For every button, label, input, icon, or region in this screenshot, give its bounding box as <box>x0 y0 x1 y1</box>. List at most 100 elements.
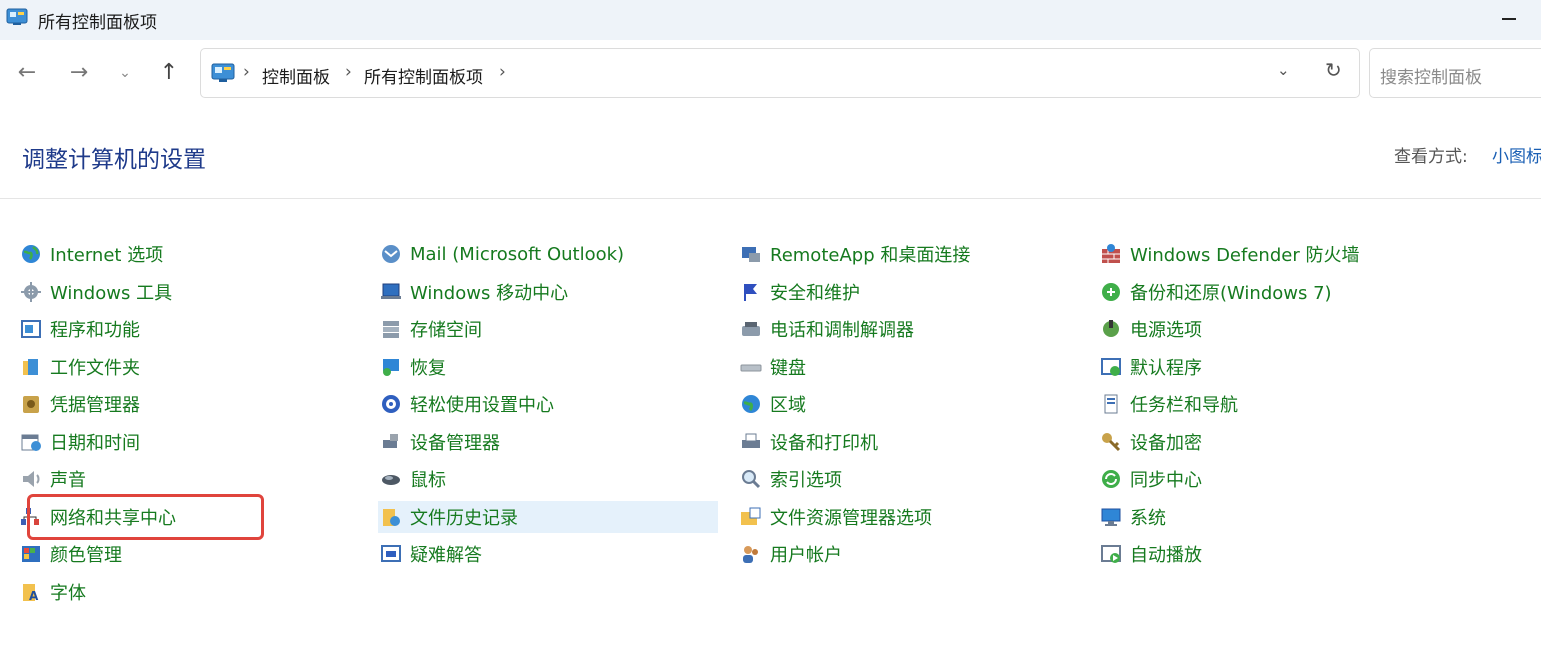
control-panel-item[interactable]: 区域 <box>738 388 1078 420</box>
control-panel-item-label[interactable]: 区域 <box>770 391 806 417</box>
window-title: 所有控制面板项 <box>38 13 157 33</box>
control-panel-item-label[interactable]: 日期和时间 <box>50 429 140 455</box>
control-panel-item-label[interactable]: 文件资源管理器选项 <box>770 504 932 530</box>
control-panel-item[interactable]: 轻松使用设置中心 <box>378 388 718 420</box>
control-panel-item-label[interactable]: 声音 <box>50 466 86 492</box>
control-panel-item-label[interactable]: Windows Defender 防火墙 <box>1130 241 1359 267</box>
control-panel-item-label[interactable]: 电话和调制解调器 <box>770 316 914 342</box>
control-panel-item[interactable]: 日期和时间 <box>18 426 358 458</box>
breadcrumb-separator[interactable]: › <box>243 62 250 82</box>
control-panel-item-label[interactable]: 恢复 <box>410 354 446 380</box>
control-panel-item[interactable]: 工作文件夹 <box>18 351 358 383</box>
control-panel-item[interactable]: 设备加密 <box>1098 426 1438 458</box>
control-panel-item[interactable]: 用户帐户 <box>738 538 1078 570</box>
chevron-down-icon[interactable]: ⌄ <box>1277 61 1290 79</box>
control-panel-item[interactable]: Mail (Microsoft Outlook) <box>378 238 718 270</box>
control-panel-item[interactable]: Windows 移动中心 <box>378 276 718 308</box>
search-input[interactable]: 搜索控制面板 <box>1369 48 1541 98</box>
control-panel-item[interactable]: 任务栏和导航 <box>1098 388 1438 420</box>
credential-icon <box>20 393 42 415</box>
key-icon <box>1100 431 1122 453</box>
control-panel-item-label[interactable]: Windows 工具 <box>50 279 172 305</box>
phone-icon <box>740 318 762 340</box>
control-panel-item[interactable]: 恢复 <box>378 351 718 383</box>
control-panel-item[interactable]: 电话和调制解调器 <box>738 313 1078 345</box>
control-panel-item[interactable]: 颜色管理 <box>18 538 358 570</box>
control-panel-item-label[interactable]: 安全和维护 <box>770 279 860 305</box>
breadcrumb-control-panel[interactable]: 控制面板 <box>262 63 330 88</box>
control-panel-item-label[interactable]: 同步中心 <box>1130 466 1202 492</box>
control-panel-item[interactable]: RemoteApp 和桌面连接 <box>738 238 1078 270</box>
control-panel-item[interactable]: 鼠标 <box>378 463 718 495</box>
control-panel-item[interactable]: 声音 <box>18 463 358 495</box>
breadcrumb-all-items[interactable]: 所有控制面板项 <box>364 63 483 88</box>
flag-icon <box>740 281 762 303</box>
control-panel-item[interactable]: 设备管理器 <box>378 426 718 458</box>
view-by-dropdown[interactable]: 小图标 <box>1492 142 1541 167</box>
gear-icon <box>20 281 42 303</box>
control-panel-item-label[interactable]: 设备管理器 <box>410 429 500 455</box>
firewall-icon <box>1100 243 1122 265</box>
control-panel-item[interactable]: 程序和功能 <box>18 313 358 345</box>
minimize-button[interactable] <box>1502 18 1516 20</box>
control-panel-item[interactable]: 凭据管理器 <box>18 388 358 420</box>
control-panel-item-label[interactable]: 鼠标 <box>410 466 446 492</box>
refresh-icon[interactable]: ↻ <box>1325 58 1342 82</box>
control-panel-item[interactable]: 同步中心 <box>1098 463 1438 495</box>
up-button[interactable]: ↑ <box>156 60 182 86</box>
control-panel-item-label[interactable]: 默认程序 <box>1130 354 1202 380</box>
control-panel-item[interactable]: Windows Defender 防火墙 <box>1098 238 1438 270</box>
control-panel-item-label[interactable]: 设备和打印机 <box>770 429 878 455</box>
control-panel-item-label[interactable]: 系统 <box>1130 504 1166 530</box>
control-panel-item[interactable]: Windows 工具 <box>18 276 358 308</box>
control-panel-item-label[interactable]: 用户帐户 <box>770 541 842 567</box>
accessibility-icon <box>380 393 402 415</box>
control-panel-item-label[interactable]: 轻松使用设置中心 <box>410 391 554 417</box>
control-panel-item-label[interactable]: 程序和功能 <box>50 316 140 342</box>
control-panel-item-label[interactable]: 电源选项 <box>1130 316 1202 342</box>
control-panel-item-label[interactable]: 疑难解答 <box>410 541 482 567</box>
control-panel-item[interactable]: Internet 选项 <box>18 238 358 270</box>
search-placeholder: 搜索控制面板 <box>1380 68 1482 88</box>
control-panel-item-label[interactable]: 文件历史记录 <box>410 504 518 530</box>
control-panel-item-label[interactable]: 设备加密 <box>1130 429 1202 455</box>
control-panel-item-label[interactable]: Mail (Microsoft Outlook) <box>410 244 624 265</box>
recent-locations-button[interactable]: ⌄ <box>112 60 138 86</box>
control-panel-item-label[interactable]: 凭据管理器 <box>50 391 140 417</box>
control-panel-item-label[interactable]: RemoteApp 和桌面连接 <box>770 241 970 267</box>
control-panel-item-label[interactable]: 颜色管理 <box>50 541 122 567</box>
control-panel-item[interactable]: A 字体 <box>18 576 358 608</box>
region-icon <box>740 393 762 415</box>
control-panel-item-label[interactable]: 键盘 <box>770 354 806 380</box>
control-panel-item[interactable]: 电源选项 <box>1098 313 1438 345</box>
control-panel-item-label[interactable]: 自动播放 <box>1130 541 1202 567</box>
control-panel-item-label[interactable]: 任务栏和导航 <box>1130 391 1238 417</box>
control-panel-item-label[interactable]: 备份和还原(Windows 7) <box>1130 279 1332 305</box>
control-panel-item-label[interactable]: Internet 选项 <box>50 241 163 267</box>
view-by-label: 查看方式: <box>1394 147 1468 167</box>
control-panel-item[interactable]: 设备和打印机 <box>738 426 1078 458</box>
address-bar[interactable]: › 控制面板 › 所有控制面板项 › ⌄ ↻ <box>200 48 1360 98</box>
control-panel-item-label[interactable]: 字体 <box>50 579 86 605</box>
control-panel-item[interactable]: 疑难解答 <box>378 538 718 570</box>
control-panel-item-label[interactable]: 工作文件夹 <box>50 354 140 380</box>
control-panel-item[interactable]: 备份和还原(Windows 7) <box>1098 276 1438 308</box>
control-panel-item[interactable]: 系统 <box>1098 501 1438 533</box>
control-panel-item[interactable]: 文件历史记录 <box>378 500 718 533</box>
forward-button[interactable]: → <box>66 60 92 86</box>
keyboard-icon <box>740 356 762 378</box>
breadcrumb-separator[interactable]: › <box>499 62 506 82</box>
control-panel-item[interactable]: 默认程序 <box>1098 351 1438 383</box>
breadcrumb-separator[interactable]: › <box>345 62 352 82</box>
control-panel-item[interactable]: 安全和维护 <box>738 276 1078 308</box>
control-panel-item[interactable]: 存储空间 <box>378 313 718 345</box>
control-panel-item-label[interactable]: 索引选项 <box>770 466 842 492</box>
calendar-icon <box>20 431 42 453</box>
control-panel-item-label[interactable]: Windows 移动中心 <box>410 279 568 305</box>
control-panel-item[interactable]: 自动播放 <box>1098 538 1438 570</box>
control-panel-item-label[interactable]: 存储空间 <box>410 316 482 342</box>
control-panel-item[interactable]: 文件资源管理器选项 <box>738 501 1078 533</box>
back-button[interactable]: ← <box>14 60 40 86</box>
control-panel-item[interactable]: 索引选项 <box>738 463 1078 495</box>
control-panel-item[interactable]: 键盘 <box>738 351 1078 383</box>
